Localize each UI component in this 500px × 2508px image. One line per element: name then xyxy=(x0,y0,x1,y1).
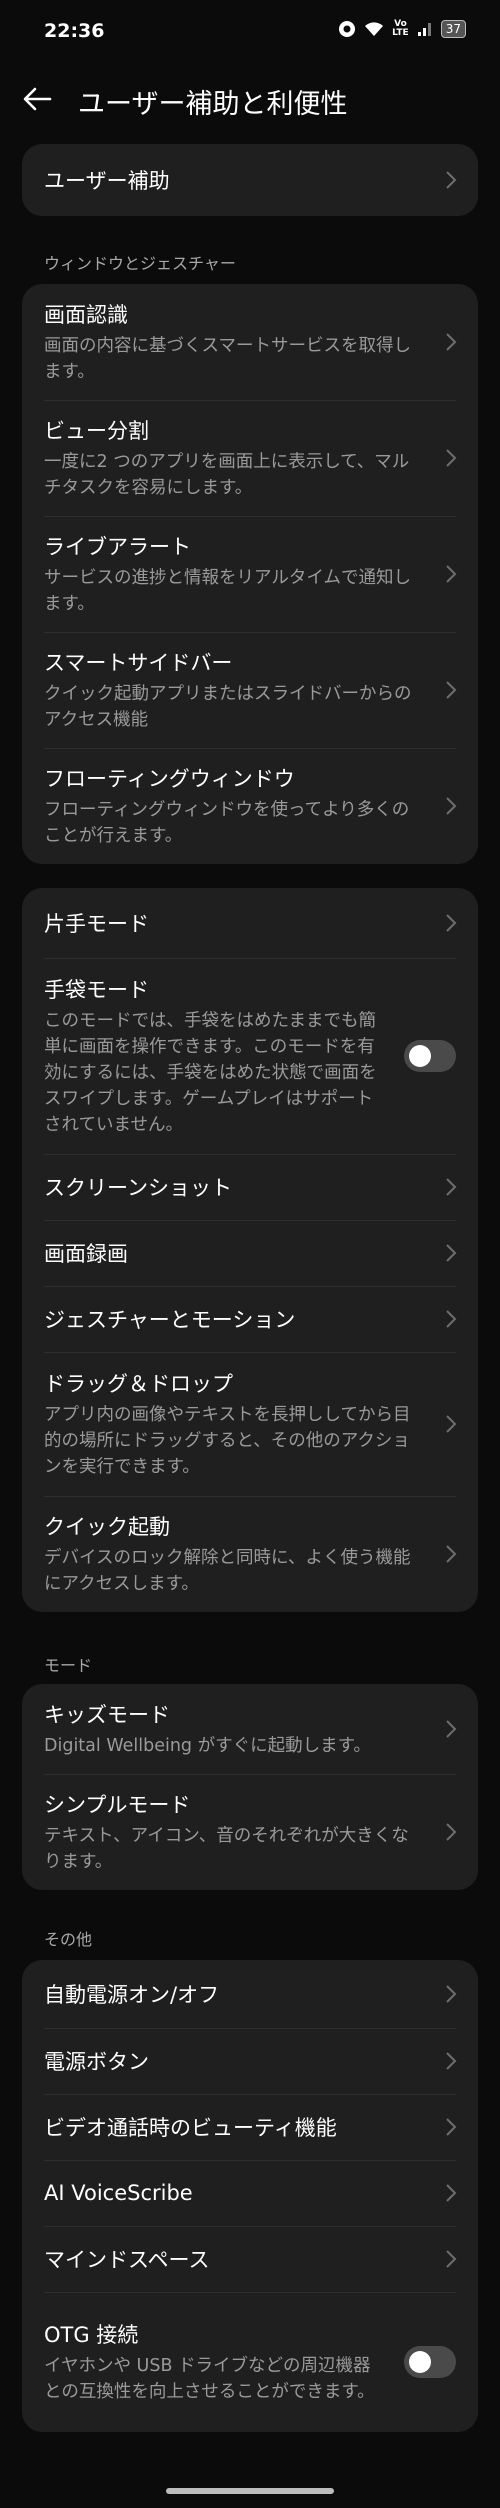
section-label-other: その他 xyxy=(44,1930,93,1949)
other-card: 自動電源オン/オフ 電源ボタン ビデオ通話時のビューティ機能 AI VoiceS… xyxy=(22,1960,478,2432)
row-title: フローティングウィンドウ xyxy=(44,767,295,791)
row-simple-mode[interactable]: シンプルモード テキスト、アイコン、音のそれぞれが大きくなります。 xyxy=(22,1774,478,1890)
row-subtitle: このモードでは、手袋をはめたままでも簡単に画面を操作できます。このモードを有効に… xyxy=(44,1011,377,1135)
row-subtitle: イヤホンや USB ドライブなどの周辺機器との互換性を向上させることができます。 xyxy=(44,2356,375,2402)
chevron-right-icon xyxy=(446,2118,457,2136)
row-title: キッズモード xyxy=(44,1703,170,1727)
chevron-right-icon xyxy=(446,1720,457,1738)
accessibility-card: ユーザー補助 xyxy=(22,144,478,216)
page-title: ユーザー補助と利便性 xyxy=(78,89,348,120)
chevron-right-icon xyxy=(446,797,457,815)
row-kids-mode[interactable]: キッズモード Digital Wellbeing がすぐに起動します。 xyxy=(22,1684,478,1774)
toggle-knob xyxy=(409,1045,431,1067)
row-gesture-motion[interactable]: ジェスチャーとモーション xyxy=(22,1286,478,1352)
row-video-beauty[interactable]: ビデオ通話時のビューティ機能 xyxy=(22,2094,478,2160)
row-drag-drop[interactable]: ドラッグ＆ドロップ アプリ内の画像やテキストを長押ししてから目的の場所にドラッグ… xyxy=(22,1352,478,1496)
row-title: 画面録画 xyxy=(44,1242,128,1266)
chevron-right-icon xyxy=(446,1244,457,1262)
row-screen-recognition[interactable]: 画面認識 画面の内容に基づくスマートサービスを取得します。 xyxy=(22,284,478,400)
row-title: 自動電源オン/オフ xyxy=(44,1983,220,2007)
chevron-right-icon xyxy=(446,171,457,189)
glove-mode-toggle[interactable] xyxy=(404,1040,456,1072)
row-title: AI VoiceScribe xyxy=(44,2181,193,2205)
chevron-right-icon xyxy=(446,2184,457,2202)
section-label-window: ウィンドウとジェスチャー xyxy=(44,254,236,273)
row-subtitle: Digital Wellbeing がすぐに起動します。 xyxy=(44,1736,371,1756)
row-screenshot[interactable]: スクリーンショット xyxy=(22,1154,478,1220)
chevron-right-icon xyxy=(446,1985,457,2003)
signal-icon xyxy=(417,23,431,36)
row-subtitle: アプリ内の画像やテキストを長押ししてから目的の場所にドラッグすると、その他のアク… xyxy=(44,1405,411,1477)
wifi-icon xyxy=(365,22,384,36)
page-header: ユーザー補助と利便性 xyxy=(0,74,500,128)
row-subtitle: クイック起動アプリまたはスライドバーからのアクセス機能 xyxy=(44,684,412,730)
row-title: クイック起動 xyxy=(44,1515,170,1539)
convenience-card: 片手モード 手袋モード このモードでは、手袋をはめたままでも簡単に画面を操作でき… xyxy=(22,888,478,1612)
row-subtitle: デバイスのロック解除と同時に、よく使う機能にアクセスします。 xyxy=(44,1548,411,1594)
chevron-right-icon xyxy=(446,2250,457,2268)
chevron-right-icon xyxy=(446,1415,457,1433)
row-floating-window[interactable]: フローティングウィンドウ フローティングウィンドウを使ってより多くのことが行えま… xyxy=(22,748,478,864)
row-smart-sidebar[interactable]: スマートサイドバー クイック起動アプリまたはスライドバーからのアクセス機能 xyxy=(22,632,478,748)
row-one-hand-mode[interactable]: 片手モード xyxy=(22,888,478,958)
row-ai-voicescribe[interactable]: AI VoiceScribe xyxy=(22,2160,478,2226)
row-title: 画面認識 xyxy=(44,303,128,327)
row-quick-launch[interactable]: クイック起動 デバイスのロック解除と同時に、よく使う機能にアクセスします。 xyxy=(22,1496,478,1612)
row-split-view[interactable]: ビュー分割 一度に2 つのアプリを画面上に表示して、マルチタスクを容易にします。 xyxy=(22,400,478,516)
battery-icon: 37 xyxy=(440,20,466,38)
chevron-right-icon xyxy=(446,565,457,583)
row-title: スマートサイドバー xyxy=(44,651,233,675)
status-icons: Vo LTE 37 xyxy=(338,20,466,38)
row-title: ジェスチャーとモーション xyxy=(44,1308,296,1332)
chevron-right-icon xyxy=(446,681,457,699)
row-power-button[interactable]: 電源ボタン xyxy=(22,2028,478,2094)
row-title: スクリーンショット xyxy=(44,1176,232,1200)
chevron-right-icon xyxy=(446,914,457,932)
otg-toggle[interactable] xyxy=(404,2346,456,2378)
chevron-right-icon xyxy=(446,333,457,351)
row-title: マインドスペース xyxy=(44,2248,210,2272)
mode-card: キッズモード Digital Wellbeing がすぐに起動します。 シンプル… xyxy=(22,1684,478,1890)
status-time: 22:36 xyxy=(44,20,105,42)
back-arrow-icon[interactable] xyxy=(20,82,54,116)
chevron-right-icon xyxy=(446,449,457,467)
chevron-right-icon xyxy=(446,1178,457,1196)
toggle-knob xyxy=(409,2351,431,2373)
row-otg: OTG 接続 イヤホンや USB ドライブなどの周辺機器との互換性を向上させるこ… xyxy=(22,2292,478,2432)
status-bar: 22:36 Vo LTE 37 xyxy=(0,0,500,64)
chevron-right-icon xyxy=(446,1823,457,1841)
row-mind-space[interactable]: マインドスペース xyxy=(22,2226,478,2292)
row-title: ビュー分割 xyxy=(44,419,149,443)
row-title: ビデオ通話時のビューティ機能 xyxy=(44,2116,337,2140)
row-auto-power[interactable]: 自動電源オン/オフ xyxy=(22,1960,478,2028)
row-subtitle: テキスト、アイコン、音のそれぞれが大きくなります。 xyxy=(44,1826,409,1872)
volte-label: Vo LTE xyxy=(392,19,409,38)
row-subtitle: フローティングウィンドウを使ってより多くのことが行えます。 xyxy=(44,800,410,846)
chevron-right-icon xyxy=(446,1545,457,1563)
row-title: ユーザー補助 xyxy=(44,169,170,193)
window-gesture-card: 画面認識 画面の内容に基づくスマートサービスを取得します。 ビュー分割 一度に2… xyxy=(22,284,478,864)
row-title: ライブアラート xyxy=(44,535,191,559)
row-live-alert[interactable]: ライブアラート サービスの進捗と情報をリアルタイムで通知します。 xyxy=(22,516,478,632)
app-notification-icon xyxy=(339,21,356,37)
row-glove-mode: 手袋モード このモードでは、手袋をはめたままでも簡単に画面を操作できます。このモ… xyxy=(22,958,478,1154)
section-label-mode: モード xyxy=(44,1656,93,1675)
row-title: 電源ボタン xyxy=(44,2050,149,2074)
row-title: ドラッグ＆ドロップ xyxy=(44,1372,233,1396)
row-title: 片手モード xyxy=(44,912,149,936)
row-subtitle: 一度に2 つのアプリを画面上に表示して、マルチタスクを容易にします。 xyxy=(44,452,410,498)
row-accessibility[interactable]: ユーザー補助 xyxy=(22,144,478,216)
row-subtitle: サービスの進捗と情報をリアルタイムで通知します。 xyxy=(44,568,411,614)
chevron-right-icon xyxy=(446,1310,457,1328)
chevron-right-icon xyxy=(446,2052,457,2070)
row-title: 手袋モード xyxy=(44,978,149,1002)
row-title: OTG 接続 xyxy=(44,2323,139,2347)
row-screen-recording[interactable]: 画面録画 xyxy=(22,1220,478,1286)
row-subtitle: 画面の内容に基づくスマートサービスを取得します。 xyxy=(44,336,411,382)
home-indicator[interactable] xyxy=(166,2488,334,2494)
row-title: シンプルモード xyxy=(44,1793,191,1817)
